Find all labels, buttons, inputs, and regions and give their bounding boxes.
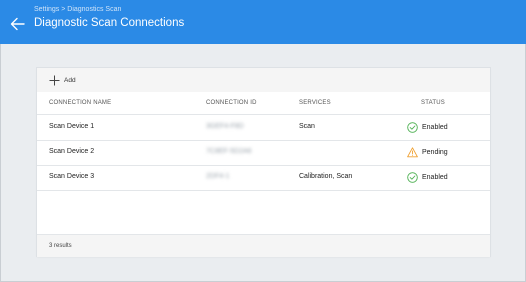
connection-id-cell: 7C8EF-5D2A6	[206, 148, 252, 155]
arrow-left-icon	[10, 17, 25, 31]
plus-icon	[49, 75, 60, 86]
connection-name-cell: Scan Device 3	[49, 173, 95, 180]
status-badge: Enabled	[407, 121, 448, 134]
connection-id-cell: 3GEF4-F8D	[206, 123, 244, 130]
check-circle-icon	[407, 122, 418, 133]
column-header-connection-name[interactable]: CONNECTION NAME	[49, 100, 111, 106]
services-cell: Scan	[299, 123, 315, 130]
column-header-connection-id[interactable]: CONNECTION ID	[206, 100, 257, 106]
connections-panel: Add CONNECTION NAME CONNECTION ID SERVIC…	[37, 68, 490, 257]
check-circle-icon	[407, 172, 418, 183]
status-badge: Enabled	[407, 171, 448, 184]
column-header-status[interactable]: STATUS	[421, 100, 445, 106]
page-title: Diagnostic Scan Connections	[34, 17, 185, 29]
add-button-label: Add	[64, 77, 76, 84]
column-header-services[interactable]: SERVICES	[299, 100, 331, 106]
add-button[interactable]: Add	[49, 74, 76, 87]
connection-id-cell: 2DF4-1	[206, 173, 230, 180]
status-badge: Pending	[407, 146, 448, 159]
table-row[interactable]: Scan Device 3 2DF4-1 Calibration, Scan E…	[37, 165, 490, 191]
table-header: CONNECTION NAME CONNECTION ID SERVICES S…	[37, 92, 490, 115]
toolbar: Add	[37, 68, 490, 92]
status-text: Enabled	[422, 124, 448, 131]
status-text: Pending	[422, 149, 448, 156]
back-button[interactable]	[9, 15, 27, 33]
results-count: 3 results	[49, 243, 72, 249]
connection-name-cell: Scan Device 1	[49, 123, 95, 130]
status-text: Enabled	[422, 174, 448, 181]
services-cell: Calibration, Scan	[299, 173, 353, 180]
app-header: Settings > Diagnostics Scan Diagnostic S…	[0, 0, 526, 44]
connection-name-cell: Scan Device 2	[49, 148, 95, 155]
table-row[interactable]: Scan Device 2 7C8EF-5D2A6 Pending	[37, 140, 490, 166]
table-footer: 3 results	[37, 234, 490, 257]
table-row[interactable]: Scan Device 1 3GEF4-F8D Scan Enabled	[37, 115, 490, 141]
breadcrumb[interactable]: Settings > Diagnostics Scan	[34, 6, 121, 13]
warning-triangle-icon	[407, 147, 418, 158]
